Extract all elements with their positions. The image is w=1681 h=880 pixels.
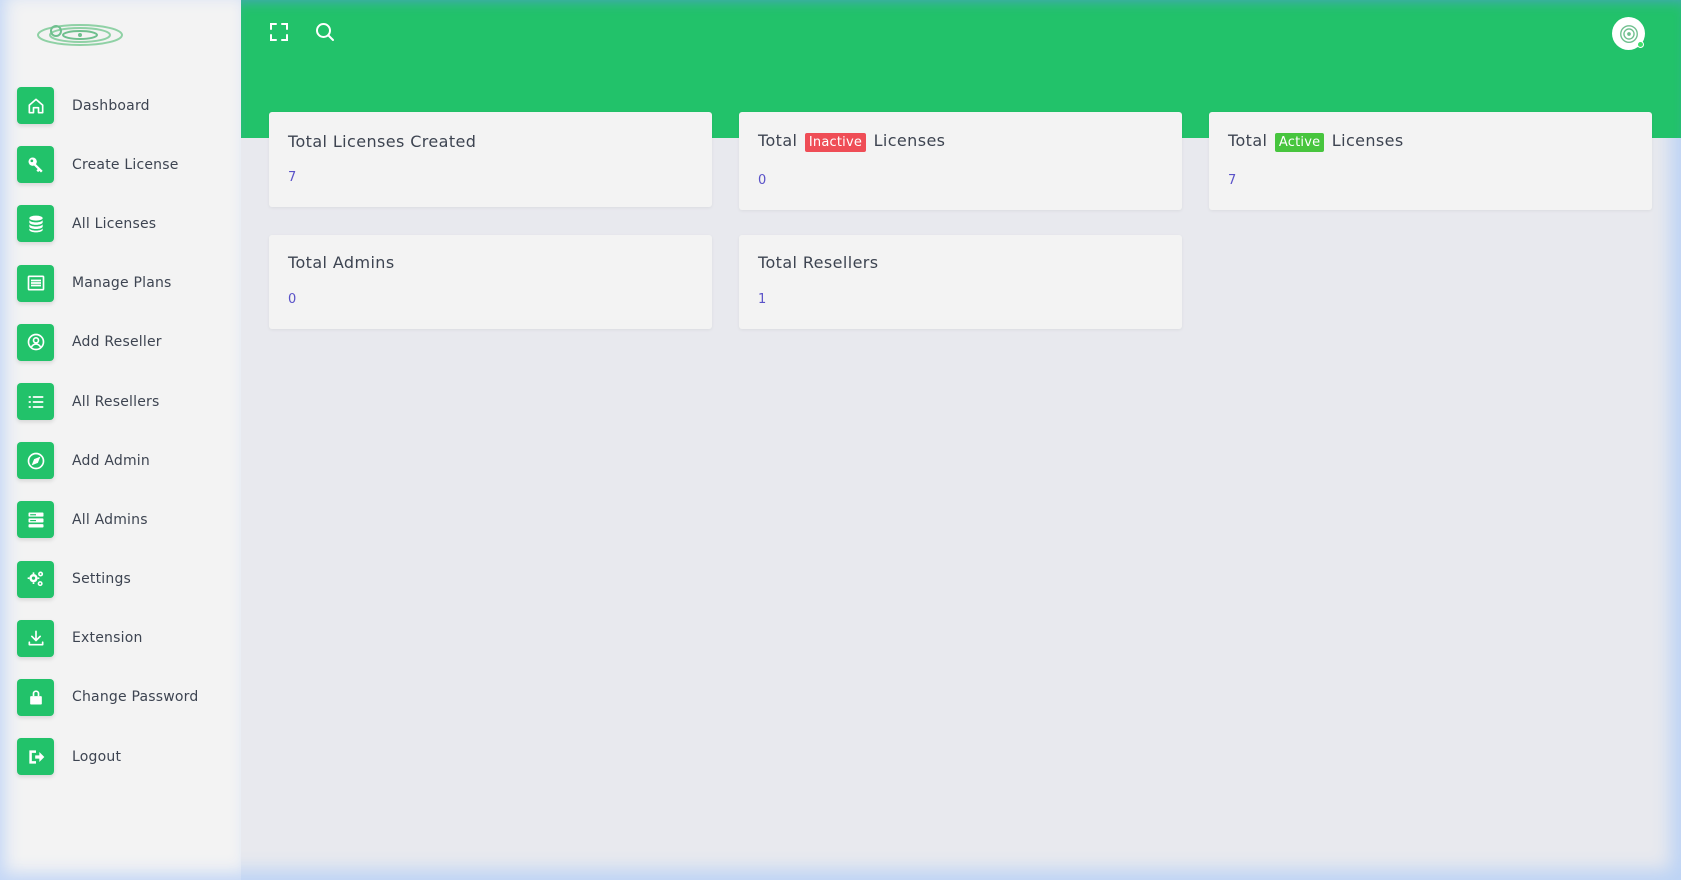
card-total-admins: Total Admins 0 — [269, 235, 712, 329]
sidebar-item-label: Add Admin — [72, 452, 150, 469]
brand-logo — [36, 22, 124, 48]
sidebar-item-label: Logout — [72, 748, 122, 765]
sidebar-item-all-licenses[interactable]: All Licenses — [17, 194, 198, 253]
user-avatar[interactable] — [1612, 17, 1645, 50]
sidebar-item-change-password[interactable]: Change Password — [17, 668, 198, 727]
sign-out-icon — [17, 738, 54, 776]
sidebar-item-all-resellers[interactable]: All Resellers — [17, 372, 198, 431]
active-badge: Active — [1274, 133, 1325, 152]
fullscreen-icon[interactable] — [267, 20, 291, 44]
card-value: 0 — [288, 292, 297, 307]
sidebar-item-dashboard[interactable]: Dashboard — [17, 76, 198, 135]
card-value: 0 — [758, 173, 767, 188]
server-icon — [17, 501, 54, 539]
card-title-prefix: Total — [758, 131, 798, 150]
card-value: 7 — [1228, 173, 1237, 188]
avatar-logo-icon — [1619, 24, 1638, 43]
sidebar-item-add-admin[interactable]: Add Admin — [17, 431, 198, 490]
online-status-dot — [1637, 41, 1644, 48]
list-alt-icon — [17, 264, 54, 302]
sidebar-item-label: Change Password — [72, 689, 199, 706]
user-circle-icon — [17, 323, 54, 361]
card-title: Total Active Licenses — [1228, 131, 1404, 152]
sidebar-item-label: Add Reseller — [72, 334, 162, 351]
card-value: 1 — [758, 292, 767, 307]
search-icon[interactable] — [313, 20, 337, 44]
sidebar-item-label: Manage Plans — [72, 275, 172, 292]
card-total-resellers: Total Resellers 1 — [739, 235, 1182, 329]
sidebar-nav: Dashboard Create License All Licenses Ma… — [17, 76, 198, 786]
card-title: Total Licenses Created — [288, 132, 477, 151]
sidebar-item-label: Dashboard — [72, 97, 150, 114]
sidebar-item-create-license[interactable]: Create License — [17, 135, 198, 194]
compass-icon — [17, 442, 54, 480]
card-title: Total Admins — [288, 253, 395, 272]
home-icon — [17, 87, 54, 125]
sidebar-item-all-admins[interactable]: All Admins — [17, 490, 198, 549]
sidebar-item-label: All Licenses — [72, 215, 157, 232]
sidebar-item-label: Create License — [72, 156, 179, 173]
key-icon — [17, 146, 54, 184]
card-value: 7 — [288, 170, 297, 185]
card-title-suffix: Licenses — [873, 131, 946, 150]
database-icon — [17, 205, 54, 243]
card-title-prefix: Total — [1228, 131, 1268, 150]
card-total-active-licenses: Total Active Licenses 7 — [1209, 112, 1652, 210]
sidebar: Dashboard Create License All Licenses Ma… — [0, 0, 241, 880]
download-icon — [17, 619, 54, 657]
sidebar-item-label: All Resellers — [72, 393, 160, 410]
card-title-suffix: Licenses — [1331, 131, 1404, 150]
sidebar-item-label: All Admins — [72, 511, 148, 528]
card-title: Total Inactive Licenses — [758, 131, 945, 152]
sidebar-item-add-reseller[interactable]: Add Reseller — [17, 313, 198, 372]
list-icon — [17, 383, 54, 421]
card-total-licenses-created: Total Licenses Created 7 — [269, 112, 712, 207]
card-total-inactive-licenses: Total Inactive Licenses 0 — [739, 112, 1182, 210]
sidebar-item-label: Settings — [72, 571, 132, 588]
sidebar-item-logout[interactable]: Logout — [17, 727, 198, 786]
sidebar-item-manage-plans[interactable]: Manage Plans — [17, 254, 198, 313]
sidebar-item-label: Extension — [72, 630, 143, 647]
gears-icon — [17, 560, 54, 598]
card-title: Total Resellers — [758, 253, 879, 272]
sidebar-item-settings[interactable]: Settings — [17, 550, 198, 609]
sidebar-item-extension[interactable]: Extension — [17, 609, 198, 668]
inactive-badge: Inactive — [804, 133, 867, 152]
lock-icon — [17, 678, 54, 716]
